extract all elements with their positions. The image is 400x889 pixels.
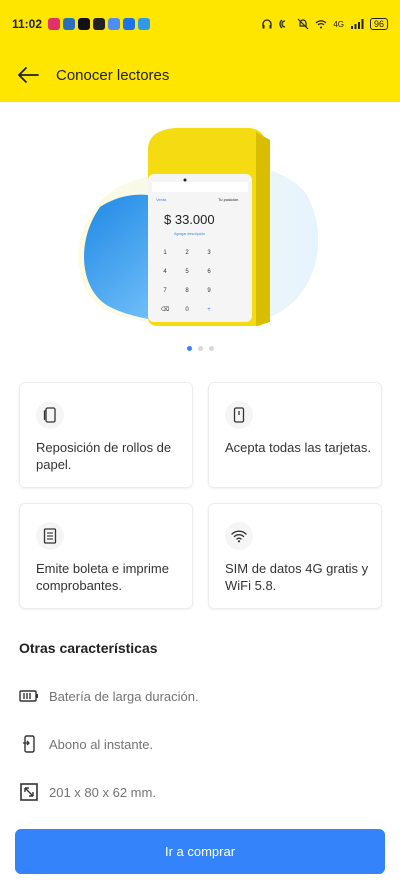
feature-item-text: Abono al instante. [49, 736, 154, 752]
carousel-dot[interactable] [208, 346, 214, 351]
back-button[interactable] [0, 48, 56, 102]
signal-icon [350, 19, 364, 29]
wifi-status-icon [315, 20, 327, 29]
feature-item-text: Batería de larga duración. [49, 688, 199, 704]
carousel-dot[interactable] [186, 346, 192, 351]
wifi-icon [225, 522, 253, 550]
app-icon [63, 18, 76, 30]
feature-item: Batería de larga duración. [19, 686, 199, 706]
page-title: Conocer lectores [56, 66, 170, 84]
keypad-key: + [207, 307, 211, 313]
screen-link: Agregar descripción [174, 232, 205, 236]
instagram-icon [48, 18, 61, 30]
feature-text: Acepta todas las tarjetas. [225, 440, 371, 455]
app-header: Conocer lectores [0, 48, 400, 102]
feature-item-text: 201 x 80 x 62 mm. [49, 784, 156, 800]
notification-icons [48, 18, 151, 30]
battery-icon [19, 686, 39, 706]
receipt-icon [36, 522, 64, 550]
top-bar: 11:02 4G 96 Conocer lectores [0, 0, 400, 102]
feature-card-cards: Acepta todas las tarjetas. [208, 382, 382, 488]
buy-button[interactable]: Ir a comprar [15, 829, 385, 874]
feature-card-receipt: Emite boleta e imprime comprobantes. [19, 503, 193, 609]
hero-illustration: Venta Tu posición $ 33.000 Agregar descr… [70, 122, 330, 332]
screen-tab-left: Venta [156, 197, 167, 202]
feature-text: Reposición de rollos de papel. [36, 440, 172, 472]
dimensions-icon [19, 782, 39, 802]
feature-text: Emite boleta e imprime comprobantes. [36, 561, 169, 593]
app-icon [108, 18, 121, 30]
feature-item: Abono al instante. [19, 734, 153, 754]
phone-payment-icon [19, 734, 39, 754]
status-right: 4G 96 [261, 18, 388, 30]
mute-icon [297, 18, 309, 30]
feature-card-paper: Reposición de rollos de papel. [19, 382, 193, 488]
app-icon [93, 18, 106, 30]
app-icon [138, 18, 151, 30]
status-bar: 11:02 4G 96 [0, 0, 400, 48]
feature-card-wifi: SIM de datos 4G gratis y WiFi 5.8. [208, 503, 382, 609]
carousel-indicator [0, 346, 400, 351]
feature-text: SIM de datos 4G gratis y WiFi 5.8. [225, 561, 369, 593]
arrow-left-icon [18, 67, 39, 83]
x-icon [78, 18, 91, 30]
status-time: 11:02 [12, 17, 43, 31]
nfc-icon [279, 19, 286, 29]
screen-tab-right: Tu posición [218, 197, 238, 202]
carousel-dot[interactable] [197, 346, 203, 351]
feature-item: 201 x 80 x 62 mm. [19, 782, 156, 802]
paper-roll-icon [36, 401, 64, 429]
card-reader-image: Venta Tu posición $ 33.000 Agregar descr… [78, 128, 319, 327]
card-icon [225, 401, 253, 429]
section-title: Otras características [19, 640, 158, 656]
keypad-key: ⌫ [161, 306, 170, 313]
app-icon [123, 18, 136, 30]
screen-amount: $ 33.000 [164, 212, 215, 227]
headphones-icon [262, 19, 272, 29]
network-type: 4G [333, 19, 344, 29]
battery-level: 96 [369, 18, 388, 30]
